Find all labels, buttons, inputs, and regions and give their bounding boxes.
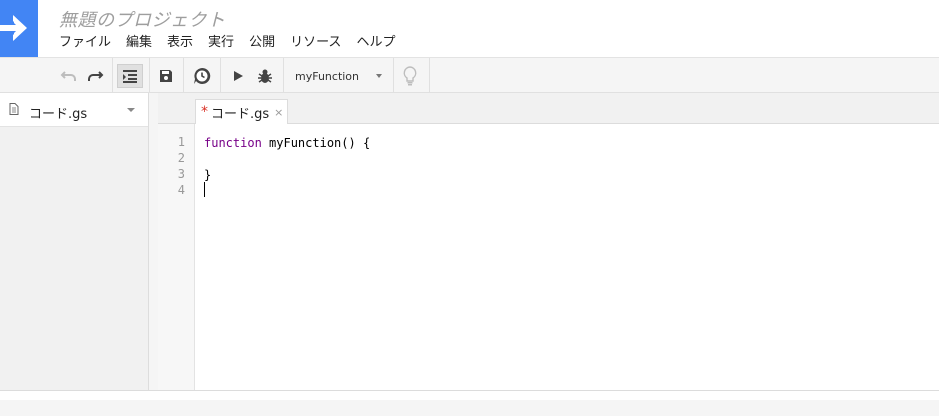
run-button[interactable] bbox=[227, 64, 249, 88]
sidebar-resize-handle[interactable] bbox=[149, 93, 158, 390]
debug-button[interactable] bbox=[253, 64, 277, 88]
lightbulb-icon bbox=[403, 66, 417, 86]
indent-button[interactable] bbox=[117, 64, 143, 88]
line-number: 3 bbox=[177, 167, 185, 181]
code-editor: * コード.gs × 1 2 3 4 function myFunction()… bbox=[158, 93, 939, 390]
menu-file[interactable]: ファイル bbox=[52, 33, 119, 53]
redo-button[interactable] bbox=[84, 64, 106, 88]
code-text: myFunction() { bbox=[261, 136, 371, 150]
debug-bug-icon bbox=[258, 69, 272, 83]
line-numbers: 1 2 3 4 bbox=[158, 124, 195, 390]
menu-publish[interactable]: 公開 bbox=[242, 33, 283, 53]
menu-resources[interactable]: リソース bbox=[283, 33, 349, 53]
file-sidebar: コード.gs bbox=[0, 93, 149, 390]
menu-edit[interactable]: 編集 bbox=[119, 33, 160, 53]
file-item[interactable]: コード.gs bbox=[0, 93, 148, 127]
code-line: function myFunction() { bbox=[204, 135, 370, 151]
tab-bar: * コード.gs × bbox=[158, 93, 939, 124]
toolbar: myFunction bbox=[0, 57, 939, 93]
hint-button[interactable] bbox=[399, 64, 421, 88]
save-icon bbox=[160, 70, 172, 82]
tab-label: コード.gs bbox=[211, 106, 270, 122]
undo-button[interactable] bbox=[58, 64, 80, 88]
file-menu-chevron-icon[interactable] bbox=[127, 108, 135, 112]
close-icon[interactable]: × bbox=[274, 106, 283, 119]
code-line: } bbox=[204, 168, 212, 182]
text-cursor bbox=[204, 182, 205, 197]
redo-icon bbox=[88, 71, 104, 81]
modified-marker: * bbox=[201, 104, 208, 120]
undo-icon bbox=[60, 71, 76, 81]
file-item-label: コード.gs bbox=[29, 107, 88, 122]
menu-run[interactable]: 実行 bbox=[201, 33, 242, 53]
file-icon bbox=[9, 103, 19, 115]
chevron-down-icon bbox=[376, 74, 382, 78]
keyword-function: function bbox=[204, 136, 262, 150]
menu-view[interactable]: 表示 bbox=[160, 33, 201, 53]
tab-code-gs[interactable]: * コード.gs × bbox=[195, 99, 288, 124]
menu-help[interactable]: ヘルプ bbox=[349, 33, 403, 53]
function-select-value: myFunction bbox=[295, 69, 360, 83]
code-area[interactable]: function myFunction() { } bbox=[204, 124, 934, 390]
function-select[interactable]: myFunction bbox=[287, 64, 387, 88]
line-number: 2 bbox=[177, 151, 185, 165]
triggers-button[interactable] bbox=[190, 64, 214, 88]
status-bar-top bbox=[0, 391, 939, 400]
apps-script-logo[interactable] bbox=[0, 0, 38, 57]
arrow-right-icon bbox=[0, 15, 27, 41]
save-button[interactable] bbox=[155, 64, 177, 88]
trigger-clock-icon bbox=[194, 67, 211, 84]
indent-icon bbox=[123, 70, 137, 83]
line-number: 4 bbox=[177, 183, 185, 197]
run-icon bbox=[234, 71, 243, 81]
line-number: 1 bbox=[177, 135, 185, 149]
menu-bar: ファイル 編集 表示 実行 公開 リソース ヘルプ bbox=[52, 33, 403, 53]
project-title[interactable]: 無題のプロジェクト bbox=[59, 6, 226, 32]
header: 無題のプロジェクト ファイル 編集 表示 実行 公開 リソース ヘルプ bbox=[0, 0, 939, 57]
status-bar bbox=[0, 390, 939, 416]
